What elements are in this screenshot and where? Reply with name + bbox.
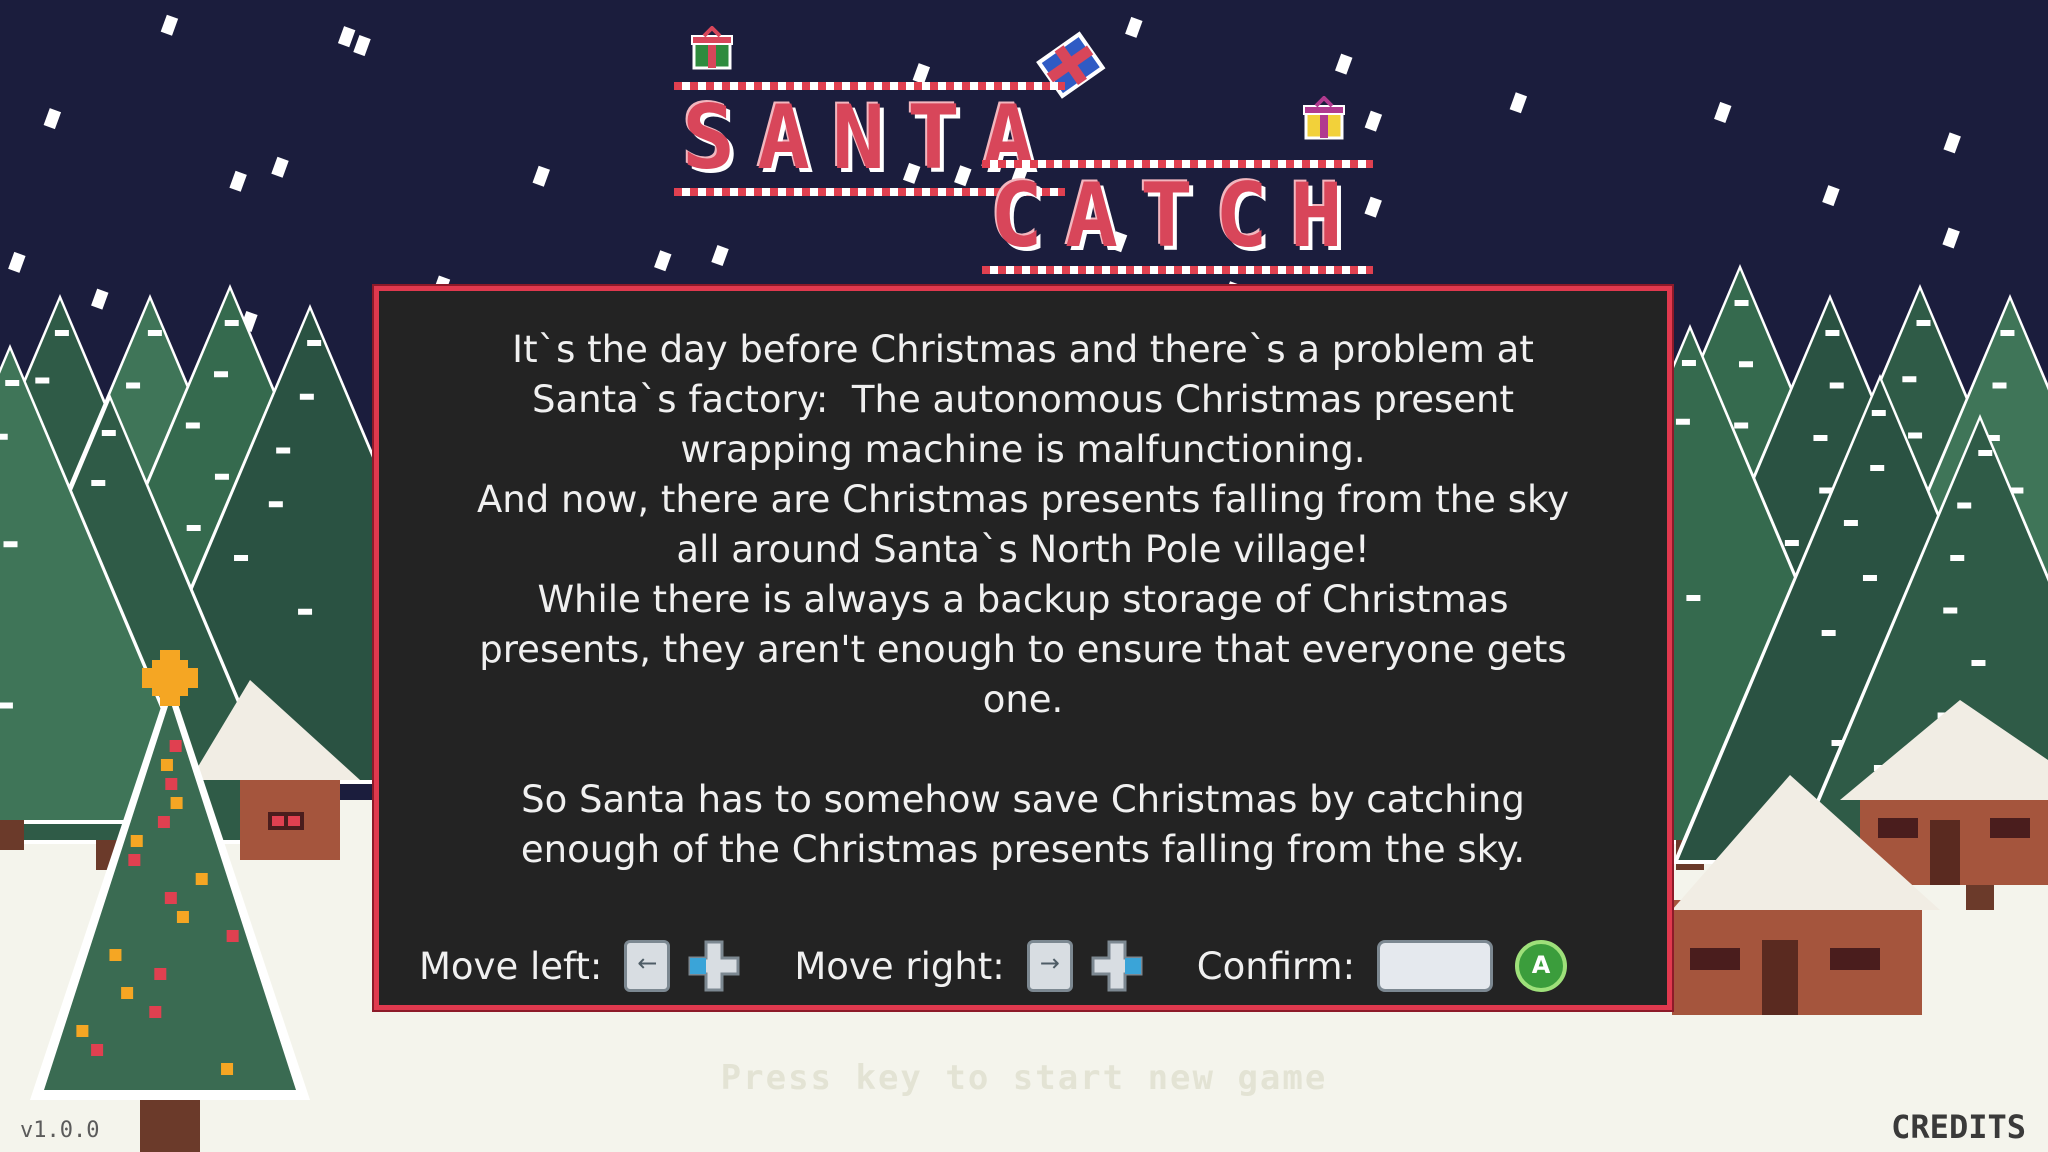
ornament <box>121 987 134 999</box>
ornament <box>195 873 208 885</box>
story-text: It`s the day before Christmas and there`… <box>477 328 1569 871</box>
ornament <box>169 740 182 752</box>
ornament <box>160 759 173 771</box>
move-left-label: Move left: <box>419 944 603 988</box>
ornament <box>164 892 177 904</box>
ornament <box>226 930 239 942</box>
press-key-prompt[interactable]: Press key to start new game <box>0 1058 2048 1098</box>
space-key-icon <box>1377 940 1494 992</box>
left-arrow-key-icon: ← <box>624 940 671 992</box>
ornament <box>76 1025 89 1037</box>
credits-button[interactable]: CREDITS <box>1891 1108 2026 1146</box>
gift-red-icon <box>691 26 733 70</box>
ornament <box>154 968 167 980</box>
game-logo: SANTA CATCH <box>670 20 1380 274</box>
dpad-left-icon <box>688 940 740 992</box>
confirm-label: Confirm: <box>1196 944 1356 988</box>
ornament <box>130 835 143 847</box>
move-right-label: Move right: <box>794 944 1005 988</box>
title-catch: CATCH <box>982 160 1373 274</box>
gift-yellow-icon <box>1303 96 1345 140</box>
ornament <box>170 797 183 809</box>
right-arrow-key-icon: → <box>1026 940 1073 992</box>
ornament <box>165 778 178 790</box>
ornament <box>91 1044 104 1056</box>
story-dialog: It`s the day before Christmas and there`… <box>372 284 1674 1012</box>
ornament <box>157 816 170 828</box>
gamepad-a-button-icon: A <box>1515 940 1568 992</box>
ornament <box>149 1006 162 1018</box>
controls-legend: Move left: ← Move right: → Confirm: A <box>419 931 1568 1001</box>
ornament <box>176 911 189 923</box>
ornament <box>109 949 122 961</box>
dpad-right-icon <box>1091 940 1143 992</box>
ornament <box>128 854 141 866</box>
version-label: v1.0.0 <box>20 1118 100 1143</box>
